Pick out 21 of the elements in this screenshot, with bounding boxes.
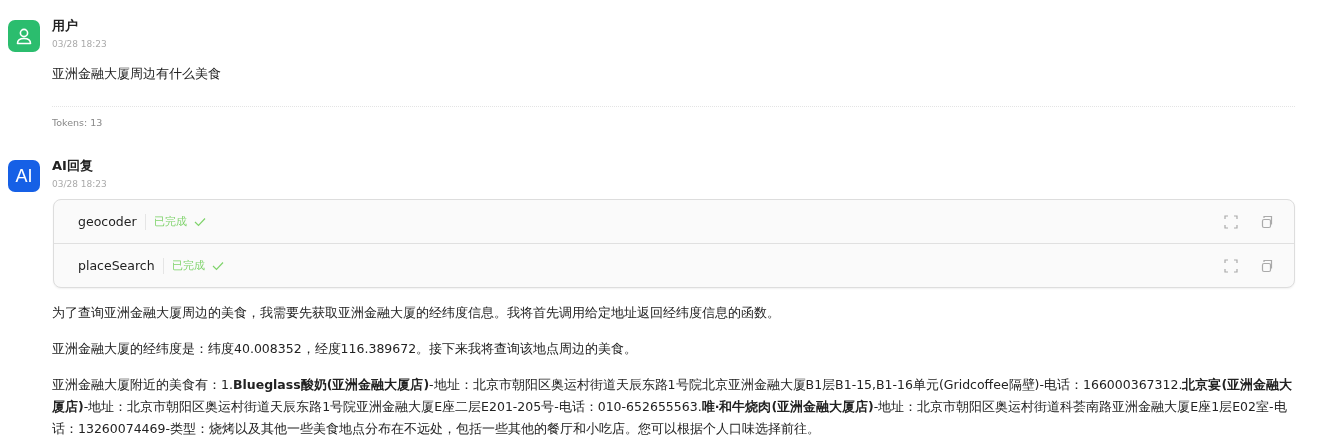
tool-name: geocoder — [78, 213, 146, 230]
tool-status: 已完成 — [153, 214, 187, 229]
token-count: Tokens: 13 — [52, 117, 104, 128]
check-icon — [211, 260, 224, 271]
sender-name: 用户 — [52, 17, 79, 35]
avatar-icon: AI — [8, 160, 40, 192]
copy-icon[interactable] — [1260, 214, 1274, 229]
avatar-icon — [8, 20, 40, 52]
sender-name: AI回复 — [52, 157, 94, 175]
expand-icon[interactable] — [1224, 214, 1238, 229]
check-icon — [193, 216, 206, 227]
tool-status: 已完成 — [171, 258, 205, 273]
tool-name: placeSearch — [78, 257, 164, 274]
copy-icon[interactable] — [1260, 258, 1274, 273]
expand-icon[interactable] — [1224, 258, 1238, 273]
message-text: 亚洲金融大厦周边有什么美食 — [52, 65, 222, 83]
timestamp: 03/28 18:23 — [52, 179, 108, 189]
message-text: 为了查询亚洲金融大厦周边的美食，我需要先获取亚洲金融大厦的经纬度信息。我将首先调用给定地址返回经纬度信息的函数。 — [52, 304, 781, 322]
message-text: 亚洲金融大厦附近的美食有：1.Blueglass酸奶(亚洲金融大厦店)-地址：北京市朝阳区奥运村街道天辰东路1号院北京亚洲金融大厦B1层B1-15,B1-16单元(Gridcoffee隔壁)-电话：166000367312.北京宴(亚洲金融大厦店)-地址：北京市朝阳区奥运村街道天辰东路1号院亚洲金融大厦E座二层E201-205号-电话：010-652655563.唯·和牛烧肉(亚洲金融大厦店)-地址：北京市朝阳区奥运村街道科荟南路亚洲金融大厦E座1层E02室-电话：13260074469-类型：烧烤以及其他一些美食地点分布在不远处，包括一些其他的餐厅和小吃店。您可以根据个人口味选择前往。 — [52, 376, 1294, 438]
message-text: 亚洲金融大厦的经纬度是：纬度40.008352，经度116.389672。接下来我将查询该地点周边的美食。 — [52, 340, 639, 358]
timestamp: 03/28 18:23 — [52, 39, 108, 49]
